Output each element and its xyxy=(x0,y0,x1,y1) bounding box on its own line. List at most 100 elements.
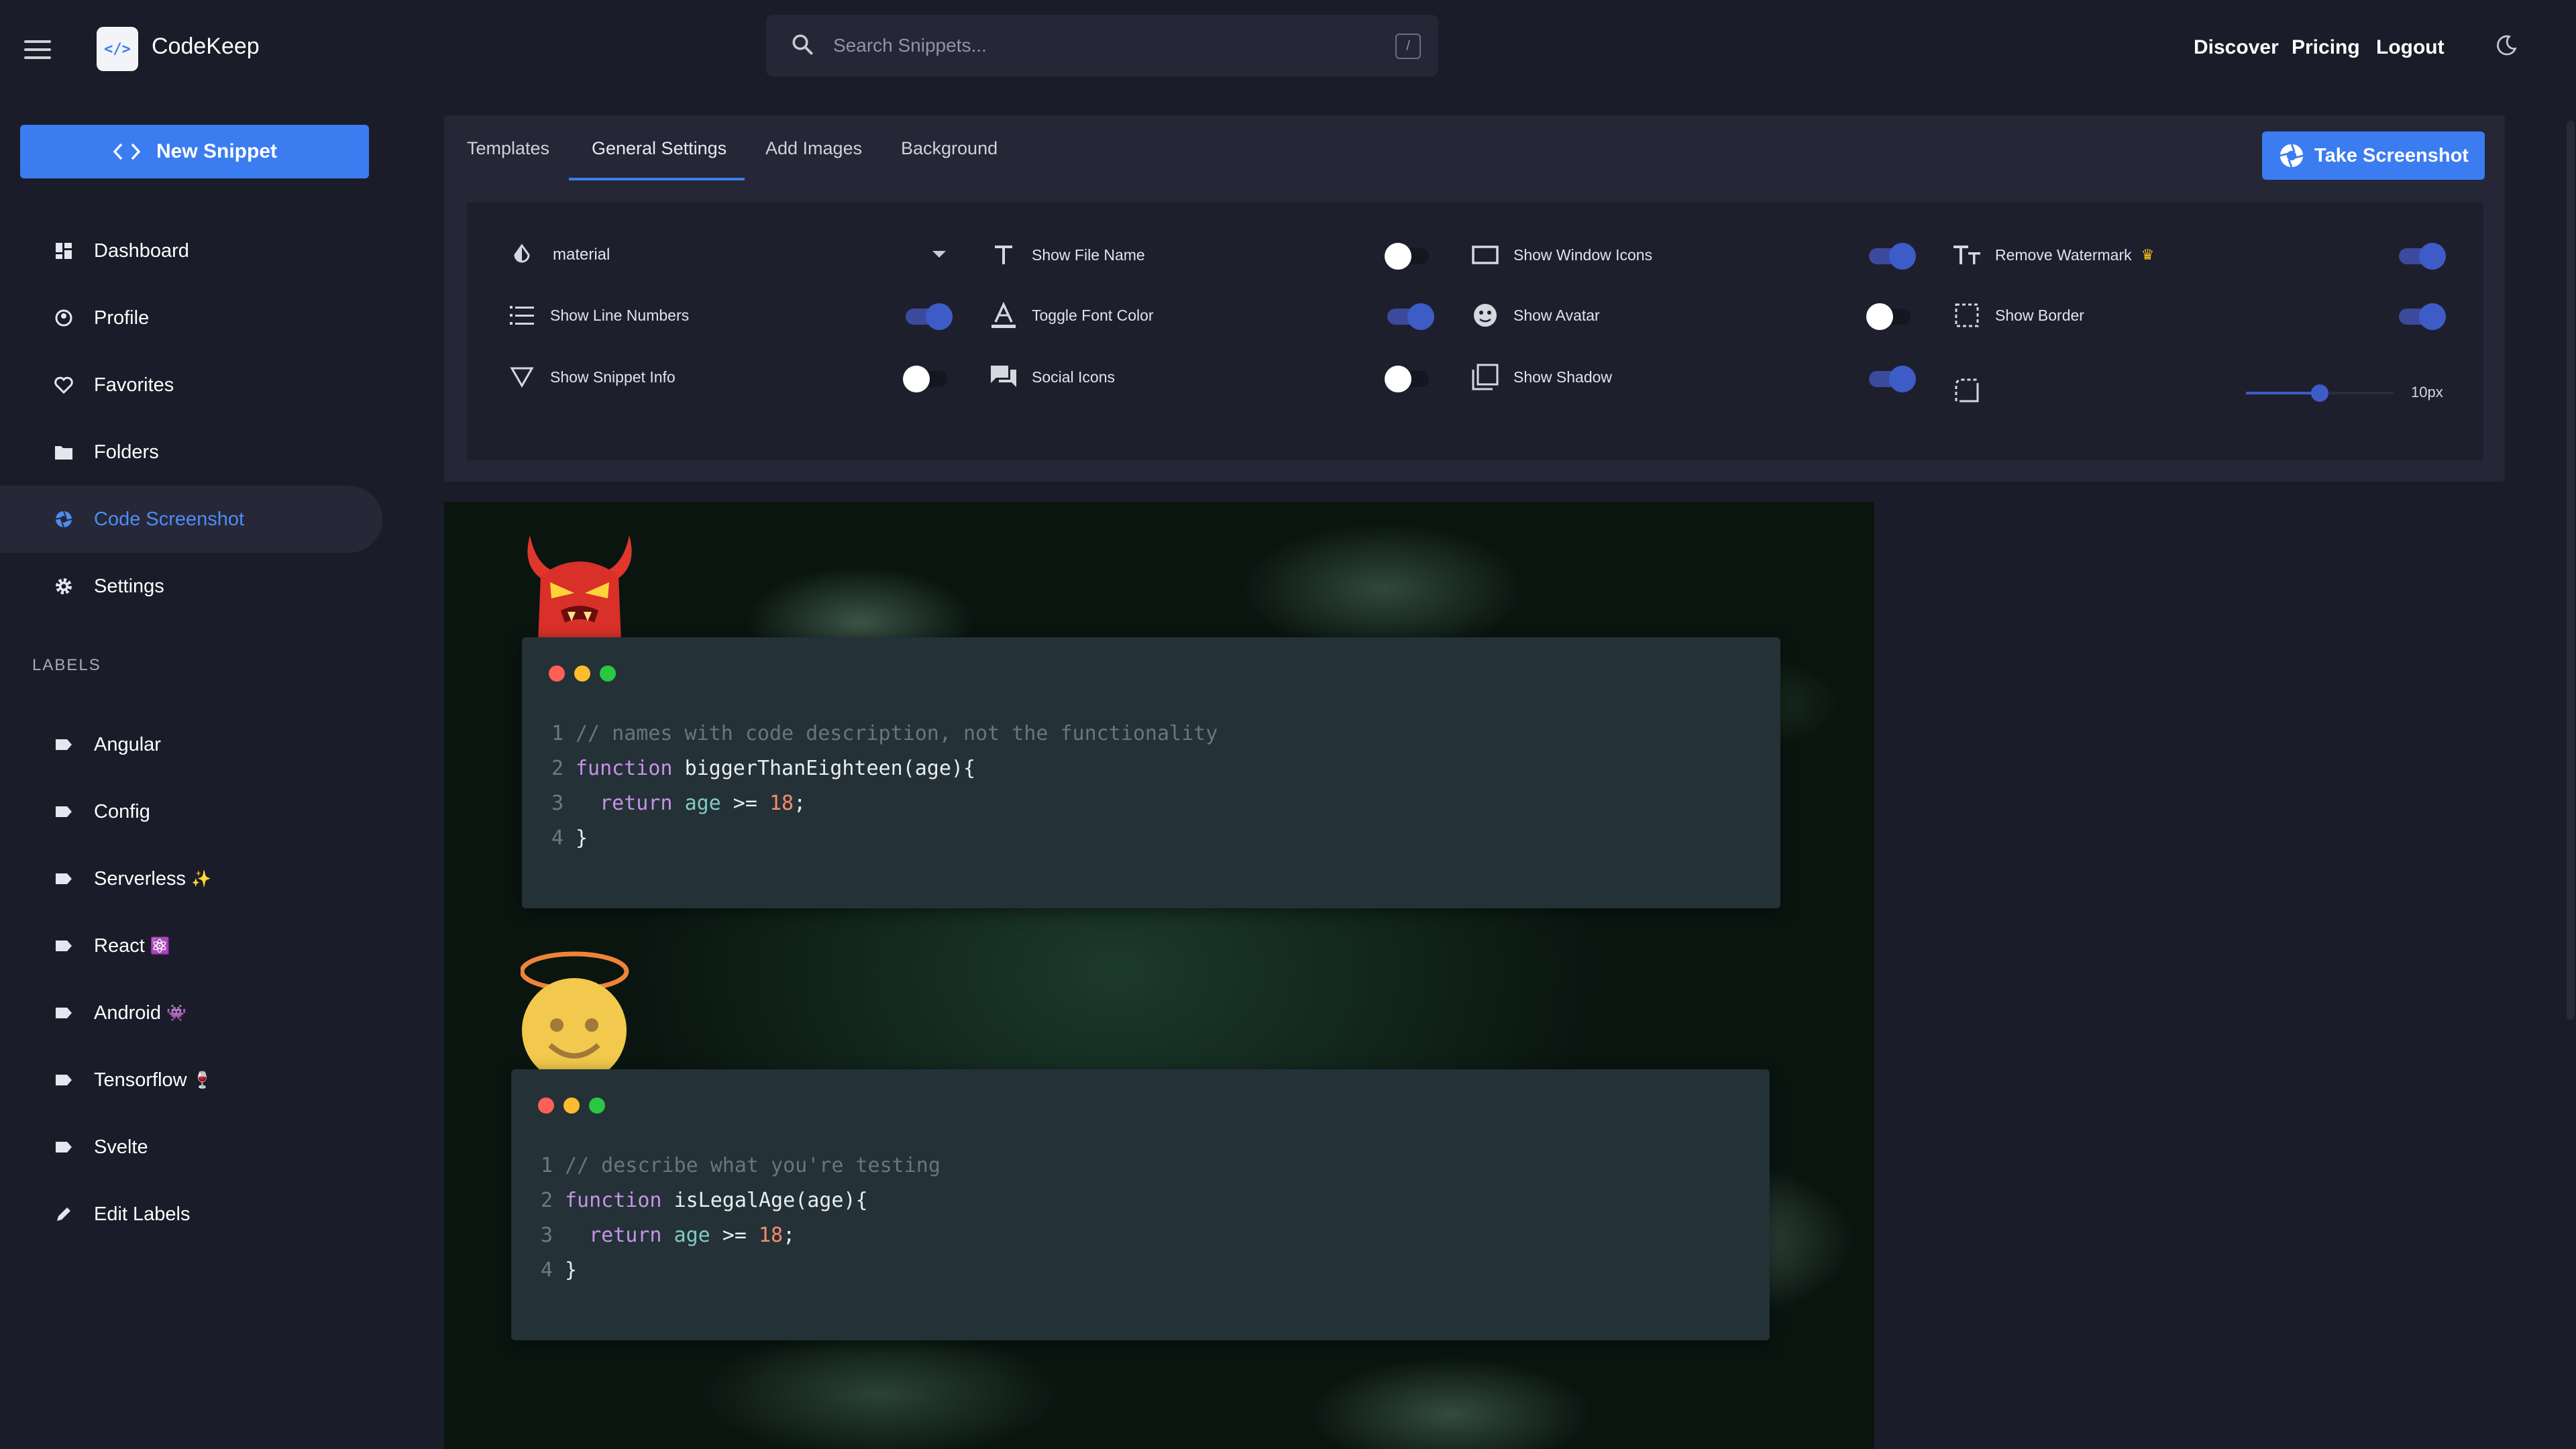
chevron-down-icon[interactable] xyxy=(932,251,946,258)
show-avatar-toggle[interactable] xyxy=(1866,302,1913,330)
sidebar-item-settings[interactable]: Settings xyxy=(0,553,382,620)
border-radius-slider-handle[interactable] xyxy=(2311,384,2328,402)
search-bar[interactable]: Search Snippets... / xyxy=(766,15,1438,76)
code-line: // describe what you're testing xyxy=(565,1154,941,1177)
show-window-icons-toggle[interactable] xyxy=(1866,241,1916,270)
tag-icon xyxy=(54,1137,74,1157)
tag-icon xyxy=(54,1070,74,1090)
show-snippet-info-toggle[interactable] xyxy=(903,364,950,392)
tab-background[interactable]: Background xyxy=(901,138,998,159)
option-label: Show Border xyxy=(1995,306,2084,324)
sidebar-item-dashboard[interactable]: Dashboard xyxy=(0,217,382,284)
edit-labels-button[interactable]: Edit Labels xyxy=(0,1181,382,1248)
option-show-snippet-info: Show Snippet Info xyxy=(507,357,676,397)
option-show-border: Show Border xyxy=(1952,295,2084,335)
sidebar-item-code-screenshot[interactable]: Code Screenshot xyxy=(0,486,382,553)
tab-templates[interactable]: Templates xyxy=(467,138,549,159)
triangle-down-icon xyxy=(507,362,537,392)
label-name: Angular xyxy=(94,733,161,755)
label-name: Serverless xyxy=(94,867,186,890)
logo-icon[interactable]: </> xyxy=(97,27,138,71)
sidebar-item-folders[interactable]: Folders xyxy=(0,419,382,486)
option-social-icons: Social Icons xyxy=(989,357,1115,397)
font-color-icon xyxy=(989,301,1018,330)
label-name: Tensorflow xyxy=(94,1069,187,1091)
sidebar-item-favorites[interactable]: Favorites xyxy=(0,352,382,419)
camera-shutter-icon xyxy=(2279,144,2304,168)
tag-icon xyxy=(54,802,74,822)
label-item-serverless[interactable]: Serverless ✨ xyxy=(0,845,382,912)
remove-watermark-toggle[interactable] xyxy=(2396,241,2446,270)
label-item-config[interactable]: Config xyxy=(0,778,382,845)
theme-select-value[interactable]: material xyxy=(553,246,610,264)
take-screenshot-button[interactable]: Take Screenshot xyxy=(2262,131,2485,180)
devil-emoji-avatar xyxy=(527,535,632,643)
label-item-react[interactable]: React ⚛️ xyxy=(0,912,382,979)
option-label: Remove Watermark xyxy=(1995,246,2132,264)
sidebar-item-profile[interactable]: Profile xyxy=(0,284,382,352)
tab-general-settings[interactable]: General Settings xyxy=(592,138,727,159)
option-label: Social Icons xyxy=(1032,368,1116,386)
edit-labels-label: Edit Labels xyxy=(94,1203,191,1225)
text-t-icon xyxy=(989,240,1018,270)
option-show-avatar: Show Avatar xyxy=(1470,295,1600,335)
tag-icon xyxy=(54,1003,74,1023)
maximize-dot-icon xyxy=(600,665,616,682)
show-shadow-toggle[interactable] xyxy=(1866,364,1916,392)
window-controls xyxy=(549,665,616,682)
option-label: Show Shadow xyxy=(1513,368,1613,386)
sidebar-item-label: Favorites xyxy=(94,374,174,396)
pencil-icon xyxy=(54,1204,74,1224)
page-scrollbar[interactable] xyxy=(2567,121,2575,1020)
option-show-line-numbers: Show Line Numbers xyxy=(507,295,689,335)
dark-mode-moon-icon[interactable] xyxy=(2494,34,2518,58)
gear-icon xyxy=(54,576,74,596)
search-input[interactable]: Search Snippets... xyxy=(833,35,987,56)
text-size-icon xyxy=(1952,240,1982,270)
option-label: Toggle Font Color xyxy=(1032,306,1154,324)
wine-glass-icon: 🍷 xyxy=(192,1071,213,1089)
minimize-dot-icon xyxy=(574,665,590,682)
nav-pricing[interactable]: Pricing xyxy=(2292,36,2360,59)
border-dashed-icon xyxy=(1952,301,1982,330)
close-dot-icon xyxy=(538,1097,554,1114)
option-label: Show Window Icons xyxy=(1513,246,1653,264)
option-show-file-name: Show File Name xyxy=(989,235,1145,275)
heart-icon xyxy=(54,375,74,395)
tag-icon xyxy=(54,936,74,956)
new-snippet-button[interactable]: New Snippet xyxy=(20,125,369,178)
tab-add-images[interactable]: Add Images xyxy=(765,138,862,159)
angel-emoji-avatar xyxy=(521,951,629,1072)
sidebar-item-label: Settings xyxy=(94,575,164,597)
theme-select[interactable] xyxy=(507,235,550,275)
nav-logout[interactable]: Logout xyxy=(2376,36,2445,59)
label-item-angular[interactable]: Angular xyxy=(0,711,382,778)
label-item-svelte[interactable]: Svelte xyxy=(0,1114,382,1181)
menu-icon[interactable] xyxy=(24,40,51,59)
window-controls xyxy=(538,1097,605,1114)
option-show-window-icons: Show Window Icons xyxy=(1470,235,1652,275)
brand-name[interactable]: CodeKeep xyxy=(152,34,260,60)
sidebar-item-label: Code Screenshot xyxy=(94,508,245,530)
option-label: Show Line Numbers xyxy=(550,306,690,324)
labels-heading: LABELS xyxy=(32,656,101,674)
premium-crown-icon: ♛ xyxy=(2141,246,2155,263)
new-snippet-label: New Snippet xyxy=(156,140,277,162)
show-border-toggle[interactable] xyxy=(2396,302,2446,330)
code-window: 1// describe what you're testing 2 functi… xyxy=(511,1069,1770,1340)
alien-monster-icon: 👾 xyxy=(166,1004,186,1022)
social-icons-toggle[interactable] xyxy=(1385,364,1432,392)
folder-icon xyxy=(54,442,74,462)
option-label: Show Snippet Info xyxy=(550,368,676,386)
option-toggle-font-color: Toggle Font Color xyxy=(989,295,1154,335)
label-item-tensorflow[interactable]: Tensorflow 🍷 xyxy=(0,1046,382,1114)
show-file-name-toggle[interactable] xyxy=(1385,241,1432,270)
toggle-font-color-toggle[interactable] xyxy=(1385,302,1434,330)
nav-discover[interactable]: Discover xyxy=(2194,36,2279,59)
show-line-numbers-toggle[interactable] xyxy=(903,302,953,330)
option-border-radius xyxy=(1952,370,1995,411)
label-item-android[interactable]: Android 👾 xyxy=(0,979,382,1046)
contrast-icon xyxy=(507,240,537,270)
code-block: 1// names with code description, not the… xyxy=(551,722,1218,850)
label-name: Config xyxy=(94,800,150,822)
